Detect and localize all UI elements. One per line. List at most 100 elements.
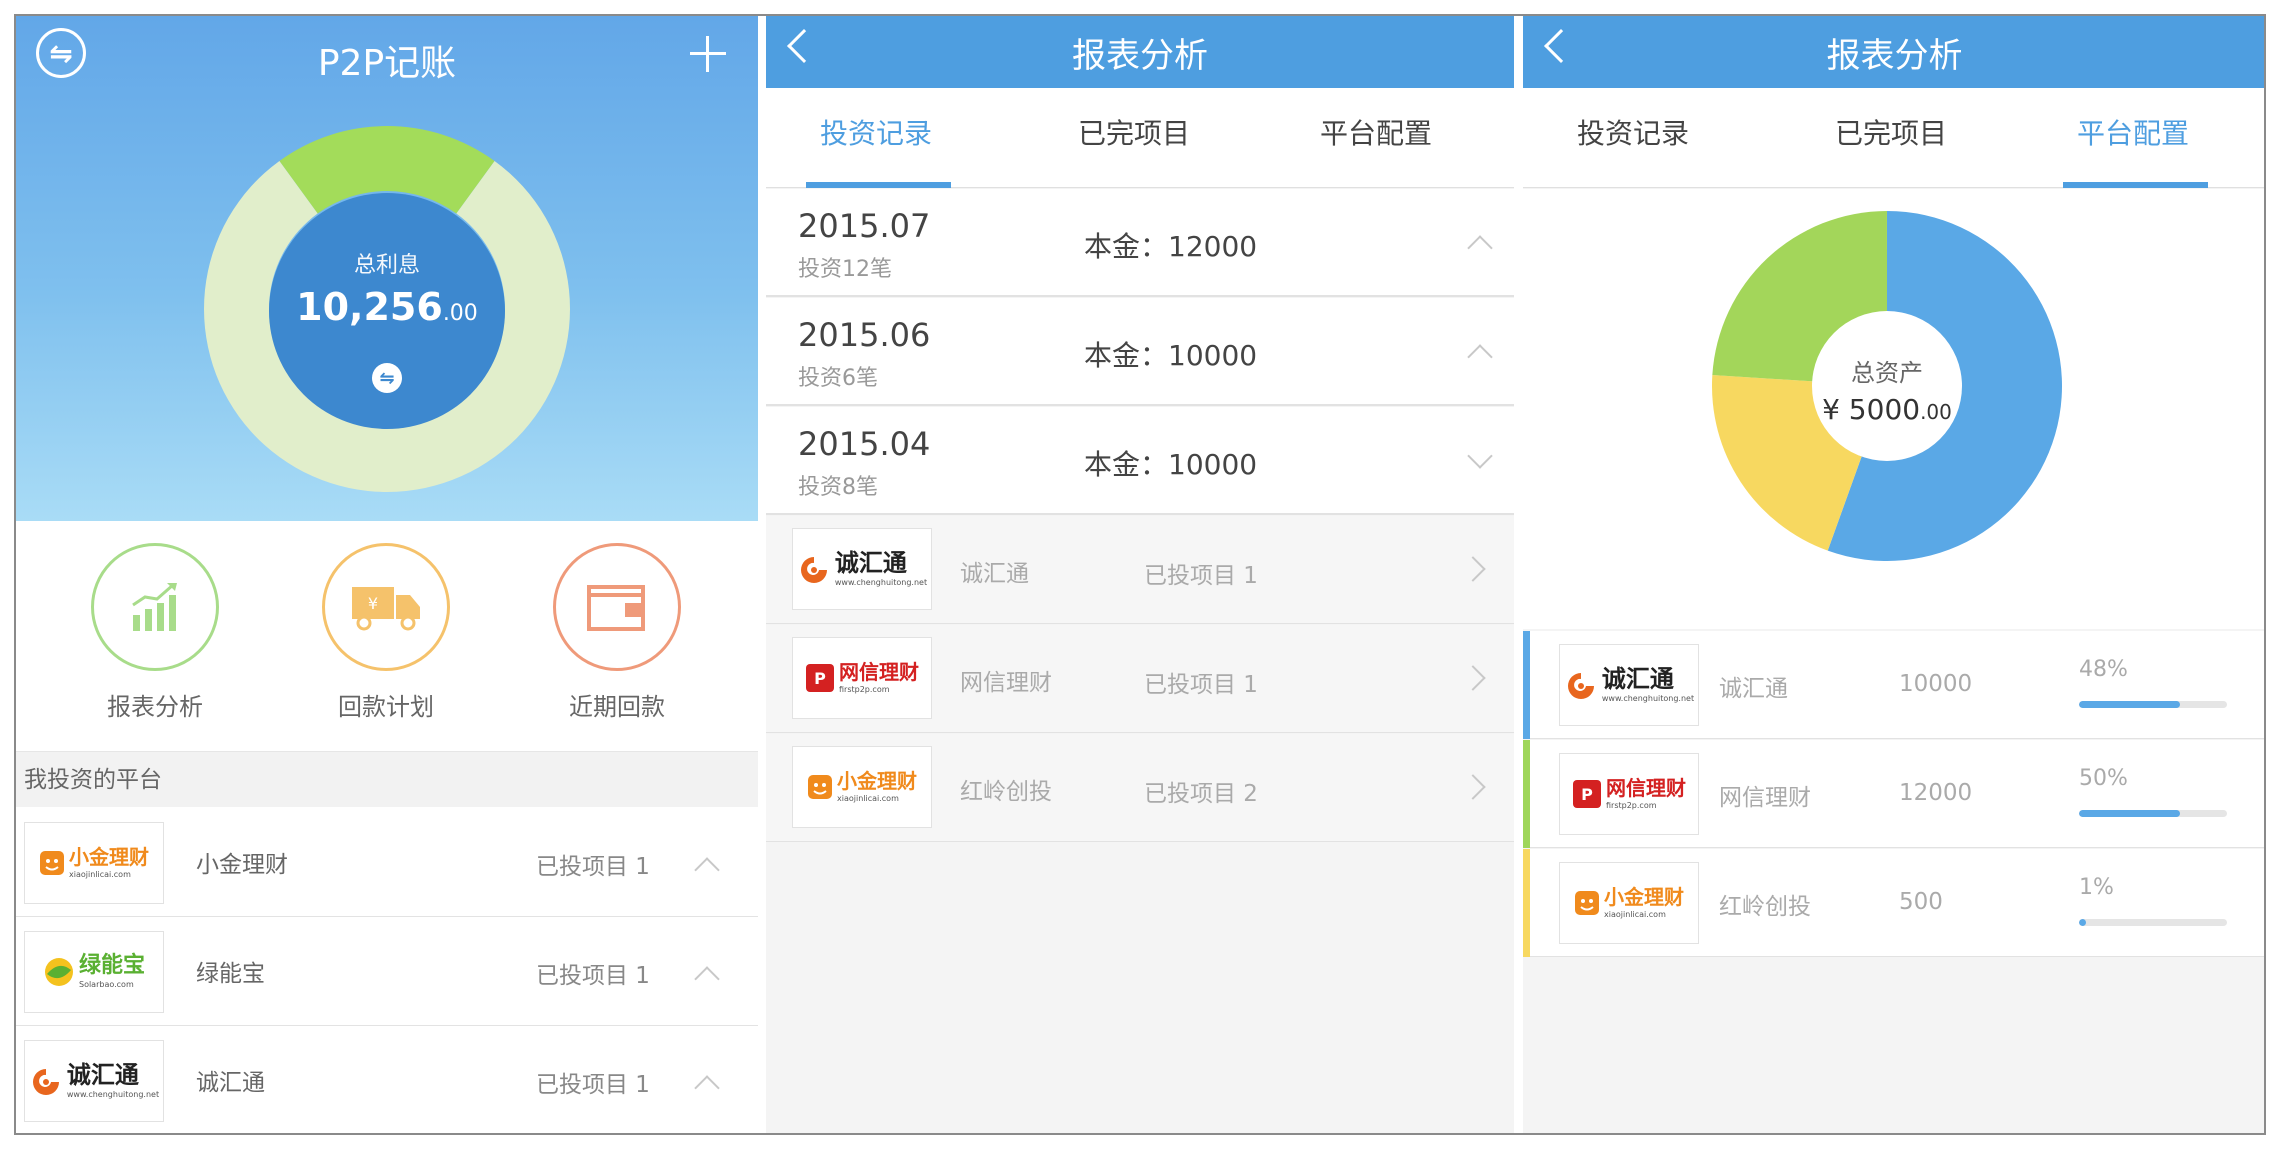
shortcut-repayment-plan[interactable]: ¥ 回款计划 [296, 543, 476, 722]
platform-row[interactable]: 诚汇通 www.chenghuitong.net 诚汇通 已投项目 1 [16, 1027, 758, 1133]
month-principal: 本金：10000 [1084, 448, 1258, 481]
total-interest-label: 总利息 [353, 253, 420, 278]
progress-track [2079, 701, 2227, 708]
project-count: 已投项目 1 [1144, 563, 1258, 589]
chevron-up-icon[interactable] [694, 966, 720, 992]
accent-bar [1523, 631, 1530, 739]
add-icon[interactable] [686, 32, 730, 76]
wallet-icon [553, 543, 681, 671]
page-title: 报表分析 [1072, 36, 1208, 76]
tab-investment-records[interactable]: 投资记录 [1523, 88, 1743, 188]
tab-investment-records[interactable]: 投资记录 [766, 88, 986, 188]
total-interest-value: 10,256.00 [296, 285, 478, 329]
app-title: P2P记账 [317, 43, 457, 84]
total-assets-label: 总资产 [1851, 359, 1923, 387]
platform-logo: 小金理财 xiaojinlicai.com [1559, 862, 1699, 944]
shortcut-report-analysis[interactable]: 报表分析 [65, 543, 245, 722]
nav-bar: 报表分析 [1523, 16, 2264, 88]
platform-logo-mark: P 网信理财 firstp2p.com [805, 662, 919, 694]
asset-summary: 总资产 ¥ 5000.00 [1812, 311, 1962, 461]
platform-name: 网信理财 [960, 670, 1052, 696]
allocation-row[interactable]: 小金理财 xiaojinlicai.com 红岭创投 500 1% [1523, 849, 2264, 957]
month-count: 投资12笔 [798, 257, 892, 282]
platform-logo: 小金理财 xiaojinlicai.com [24, 822, 164, 904]
platform-name: 诚汇通 [196, 1070, 265, 1096]
home-screen: ⇋ P2P记账 总利息 10,256.00 ⇋ 报表分析 ¥ 回款计划 近期回款… [16, 16, 758, 1133]
month-count: 投资8笔 [798, 475, 878, 500]
project-count: 已投项目 1 [536, 854, 650, 880]
platform-logo-mark: 诚汇通 www.chenghuitong.net [1564, 667, 1694, 703]
platform-logo: 诚汇通 www.chenghuitong.net [24, 1040, 164, 1122]
month-row[interactable]: 2015.04 投资8笔 本金：10000 [766, 407, 1514, 515]
chevron-right-icon[interactable] [1460, 665, 1486, 691]
platform-logo: 绿能宝 Solarbao.com [24, 931, 164, 1013]
tab-indicator [806, 182, 951, 188]
platform-logo-mark: 诚汇通 www.chenghuitong.net [29, 1063, 159, 1099]
platform-logo-mark: 小金理财 xiaojinlicai.com [39, 847, 149, 879]
tab-platform-allocation[interactable]: 平台配置 [1266, 88, 1486, 188]
platform-row[interactable]: P 网信理财 firstp2p.com 网信理财 已投项目 1 [766, 625, 1514, 733]
progress-fill [2079, 919, 2087, 926]
project-count: 已投项目 1 [536, 963, 650, 989]
total-assets-value: ¥ 5000.00 [1822, 393, 1952, 426]
bar-chart-icon [91, 543, 219, 671]
svg-text:¥: ¥ [368, 594, 378, 613]
platform-logo: 诚汇通 www.chenghuitong.net [1559, 644, 1699, 726]
platform-row[interactable]: 小金理财 xiaojinlicai.com 小金理财 已投项目 1 [16, 809, 758, 917]
chevron-up-icon[interactable] [1467, 235, 1493, 261]
month-row[interactable]: 2015.06 投资6笔 本金：10000 [766, 298, 1514, 406]
chevron-up-icon[interactable] [1467, 344, 1493, 370]
section-title-my-platforms: 我投资的平台 [16, 751, 758, 807]
divider [758, 16, 766, 1133]
interest-summary: 总利息 10,256.00 ⇋ [269, 193, 505, 429]
platform-logo-mark: 绿能宝 Solarbao.com [43, 955, 145, 989]
progress-track [2079, 810, 2227, 817]
platform-percent: 1% [2079, 875, 2114, 900]
chevron-up-icon[interactable] [694, 857, 720, 883]
platform-logo-mark: P 网信理财 firstp2p.com [1572, 778, 1686, 810]
chevron-up-icon[interactable] [694, 1075, 720, 1101]
month-count: 投资6笔 [798, 366, 878, 391]
shortcut-recent-repayment[interactable]: 近期回款 [527, 543, 707, 722]
month-date: 2015.07 [798, 207, 931, 245]
platform-name: 小金理财 [196, 852, 288, 878]
page-title: 报表分析 [1826, 36, 1963, 76]
platform-amount: 10000 [1899, 671, 1973, 697]
platform-row[interactable]: 诚汇通 www.chenghuitong.net 诚汇通 已投项目 1 [766, 516, 1514, 624]
platform-name: 红岭创投 [960, 779, 1052, 805]
divider [1514, 16, 1523, 1133]
platform-logo-mark: 小金理财 xiaojinlicai.com [1574, 887, 1684, 919]
platform-logo: 小金理财 xiaojinlicai.com [792, 746, 932, 828]
platform-logo: 诚汇通 www.chenghuitong.net [792, 528, 932, 610]
progress-fill [2079, 701, 2180, 708]
platform-amount: 12000 [1899, 780, 1973, 806]
platform-amount: 500 [1899, 889, 1943, 915]
screenshot-frame: ⇋ P2P记账 总利息 10,256.00 ⇋ 报表分析 ¥ 回款计划 近期回款… [14, 14, 2266, 1135]
platform-name: 绿能宝 [196, 961, 265, 987]
platform-name: 诚汇通 [1719, 676, 1788, 702]
platform-logo: P 网信理财 firstp2p.com [1559, 753, 1699, 835]
chevron-down-icon[interactable] [1467, 443, 1493, 469]
svg-text:P: P [1581, 785, 1593, 804]
chevron-right-icon[interactable] [1460, 774, 1486, 800]
accent-bar [1523, 740, 1530, 848]
allocation-row[interactable]: 诚汇通 www.chenghuitong.net 诚汇通 10000 48% [1523, 631, 2264, 739]
platform-row[interactable]: 小金理财 xiaojinlicai.com 红岭创投 已投项目 2 [766, 734, 1514, 842]
swap-icon[interactable]: ⇋ [372, 363, 402, 393]
platform-name: 诚汇通 [960, 561, 1029, 587]
allocation-row[interactable]: P 网信理财 firstp2p.com 网信理财 12000 50% [1523, 740, 2264, 848]
nav-bar: 报表分析 [766, 16, 1514, 88]
platform-row[interactable]: 绿能宝 Solarbao.com 绿能宝 已投项目 1 [16, 918, 758, 1026]
platform-logo: P 网信理财 firstp2p.com [792, 637, 932, 719]
tab-bar: 投资记录 已完项目 平台配置 [766, 88, 1514, 188]
month-row[interactable]: 2015.07 投资12笔 本金：12000 [766, 189, 1514, 297]
month-principal: 本金：12000 [1084, 230, 1258, 263]
project-count: 已投项目 1 [536, 1072, 650, 1098]
tab-completed-projects[interactable]: 已完项目 [1024, 88, 1244, 188]
shortcut-label: 报表分析 [107, 693, 203, 721]
tab-bar: 投资记录 已完项目 平台配置 [1523, 88, 2264, 188]
tab-platform-allocation[interactable]: 平台配置 [2023, 88, 2243, 188]
platform-logo-mark: 诚汇通 www.chenghuitong.net [797, 551, 927, 587]
tab-completed-projects[interactable]: 已完项目 [1781, 88, 2001, 188]
chevron-right-icon[interactable] [1460, 556, 1486, 582]
